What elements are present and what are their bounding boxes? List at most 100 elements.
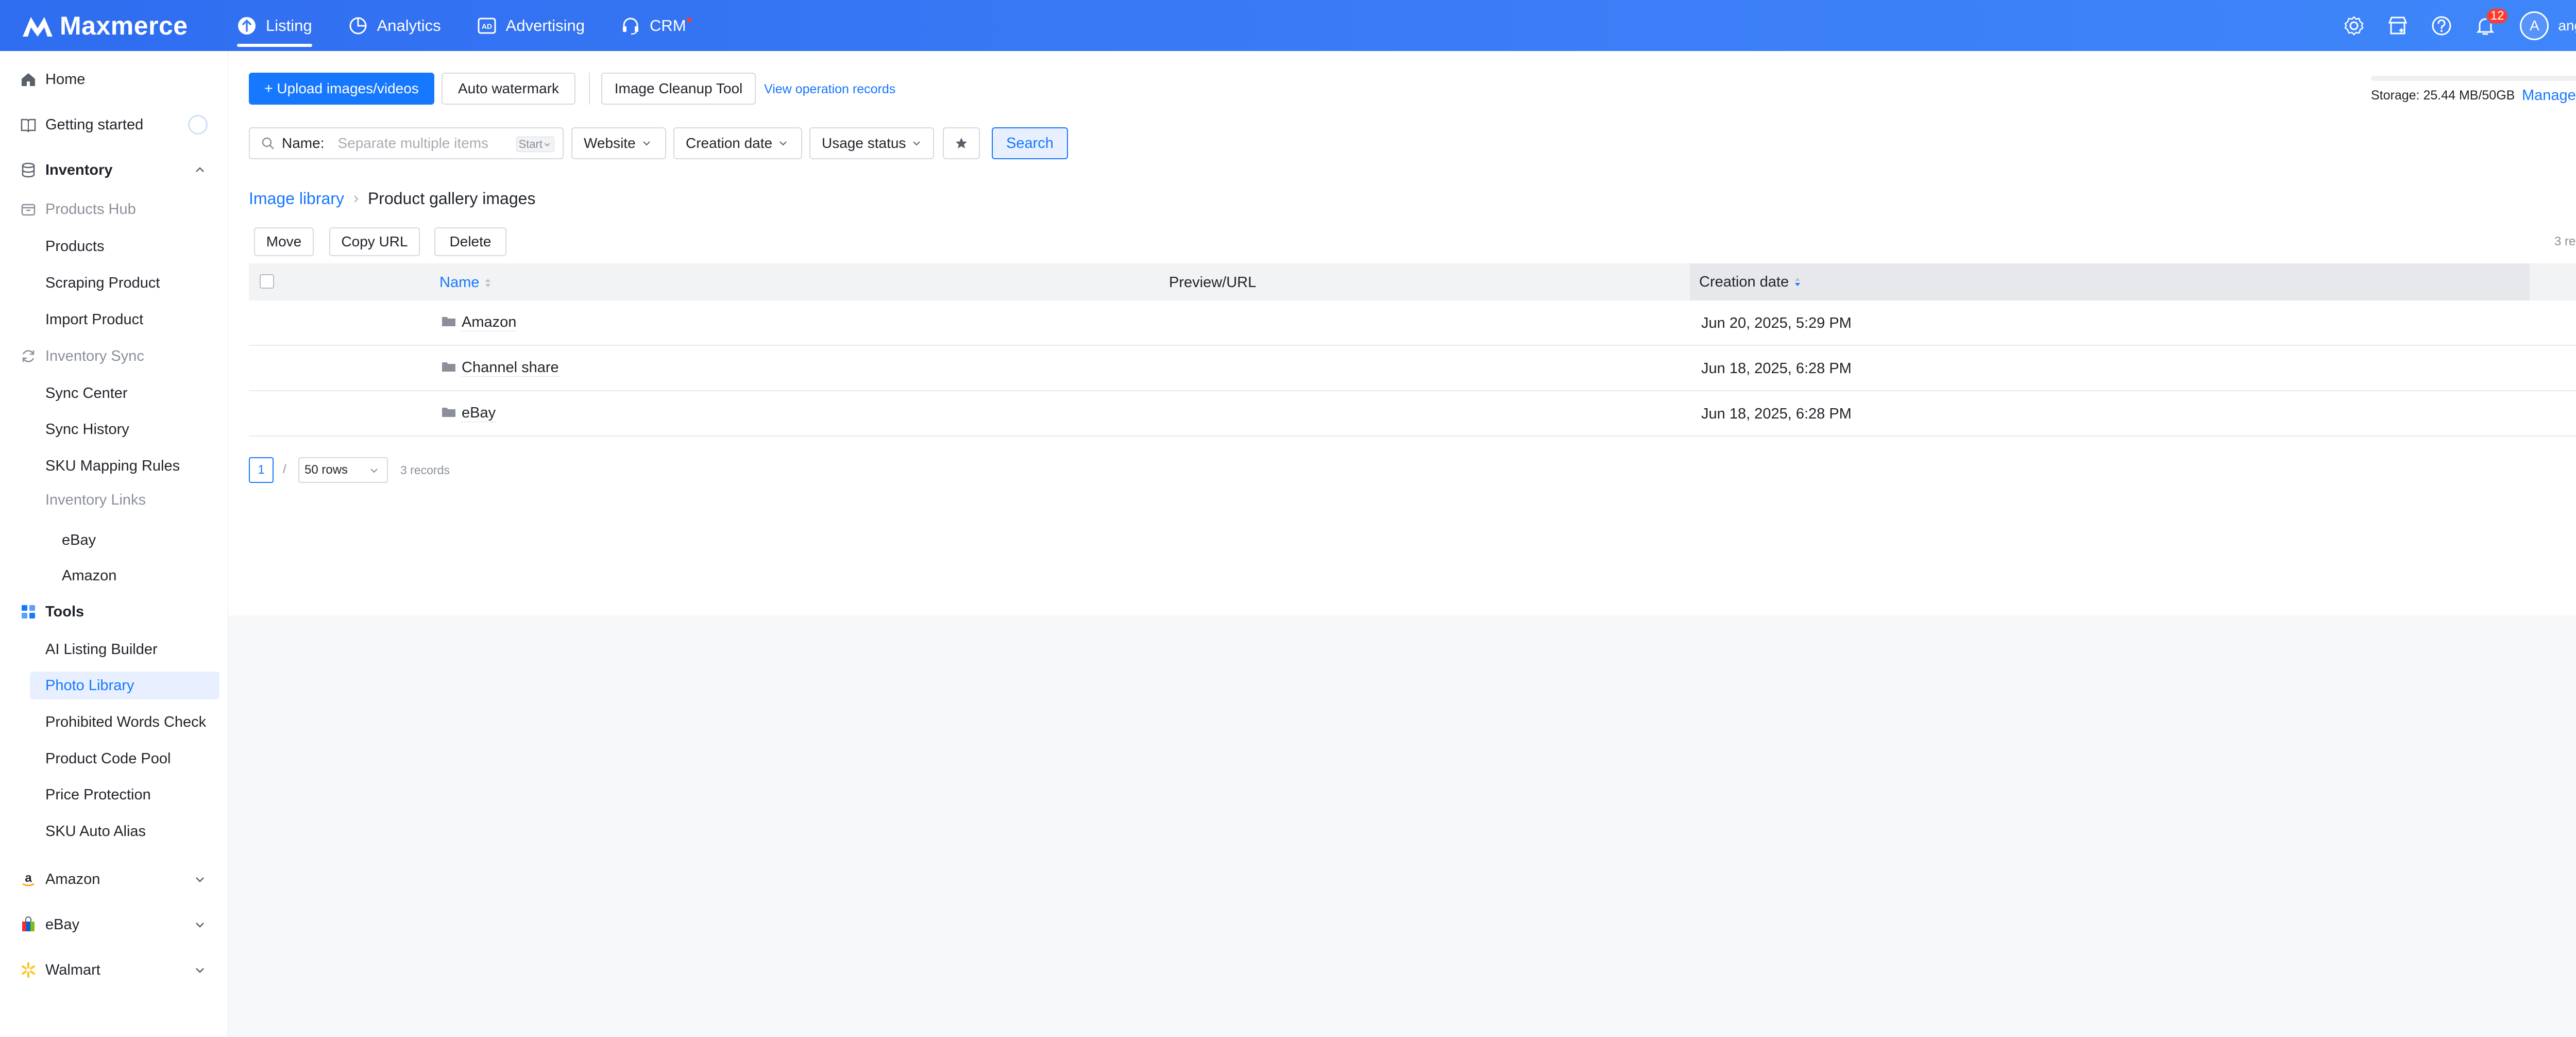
column-header-name[interactable]: Name: [439, 274, 493, 291]
upload-images-videos-button[interactable]: + Upload images/videos: [249, 73, 434, 105]
sidebar-item-import-product[interactable]: Import Product: [0, 306, 228, 333]
folder-name-link[interactable]: Channel share: [462, 359, 559, 377]
sidebar-item-label: Import Product: [45, 311, 144, 328]
select-all-checkbox[interactable]: [260, 274, 274, 289]
sidebar-item-getting-started[interactable]: Getting started: [0, 111, 228, 139]
sidebar-item-home[interactable]: Home: [0, 65, 228, 93]
chevron-down-icon[interactable]: [192, 917, 208, 932]
sidebar-item-inventory-sync[interactable]: Inventory Sync: [0, 342, 228, 370]
creation-date-filter-dropdown[interactable]: Creation date: [673, 127, 802, 159]
sidebar-item-links-amazon[interactable]: Amazon: [0, 562, 228, 590]
chevron-down-icon: [544, 143, 550, 146]
book-icon: [20, 116, 37, 133]
auto-watermark-button[interactable]: Auto watermark: [442, 73, 575, 105]
image-cleanup-tool-button[interactable]: Image Cleanup Tool: [601, 73, 756, 105]
sidebar-item-product-code-pool[interactable]: Product Code Pool: [0, 745, 228, 773]
sidebar-item-inventory[interactable]: Inventory: [0, 156, 228, 184]
sidebar-item-tools[interactable]: Tools: [0, 598, 228, 626]
name-search-input[interactable]: Name: Separate multiple items Start: [249, 127, 564, 159]
ebay-bag-icon: [20, 916, 37, 933]
sidebar-item-ai-listing-builder[interactable]: AI Listing Builder: [0, 635, 228, 663]
records-count: 3 records: [2554, 235, 2576, 248]
sidebar-item-label: Photo Library: [45, 677, 134, 694]
rows-per-page-select[interactable]: 50 rows: [298, 457, 388, 483]
usage-status-filter-dropdown[interactable]: Usage status: [809, 127, 934, 159]
nav-tab-analytics[interactable]: Analytics: [348, 0, 441, 51]
column-header-name-label: Name: [439, 274, 480, 291]
photo-library-panel: + Upload images/videos Auto watermark Im…: [228, 51, 2576, 615]
settings-gear-icon[interactable]: [2343, 15, 2365, 37]
sidebar-item-products[interactable]: Products: [0, 232, 228, 260]
sidebar-item-label: Home: [45, 71, 86, 88]
copy-url-button[interactable]: Copy URL: [329, 227, 420, 256]
nav-tab-crm[interactable]: CRM: [621, 0, 691, 51]
sidebar-item-amazon[interactable]: a Amazon: [0, 865, 228, 893]
table-header: Name Preview/URL Creation date: [249, 263, 2576, 300]
sidebar-item-label: SKU Mapping Rules: [45, 457, 180, 474]
match-mode-label: Start: [518, 138, 543, 150]
sidebar-item-label: Inventory: [45, 161, 113, 178]
website-filter-label: Website: [584, 135, 636, 151]
top-navigation-bar: Maxmerce Listing Analytics AD Advertisin…: [0, 0, 2576, 51]
avatar[interactable]: A: [2520, 11, 2549, 40]
store-icon[interactable]: [2387, 15, 2409, 37]
pie-chart-icon: [348, 16, 368, 36]
sidebar-item-label: Scraping Product: [45, 274, 160, 291]
sidebar-item-label: Amazon: [45, 871, 100, 888]
sidebar-item-sku-auto-alias[interactable]: SKU Auto Alias: [0, 817, 228, 845]
notification-count-badge: 12: [2485, 7, 2509, 24]
delete-button[interactable]: Delete: [434, 227, 506, 256]
username[interactable]: angel: [2558, 18, 2576, 34]
folder-name-link[interactable]: Amazon: [462, 314, 517, 331]
view-operation-records-link[interactable]: View operation records: [764, 82, 895, 97]
nav-tab-label: CRM: [650, 16, 686, 35]
sort-descending-icon: [1793, 275, 1802, 289]
sidebar-item-label: Price Protection: [45, 786, 151, 803]
box-icon: [20, 200, 37, 218]
sidebar-item-products-hub[interactable]: Products Hub: [0, 195, 228, 223]
chevron-down-icon: [911, 138, 922, 149]
chevron-up-icon[interactable]: [192, 162, 208, 178]
bell-icon[interactable]: 12: [2475, 7, 2509, 37]
favorite-filter-button[interactable]: [943, 127, 980, 159]
sidebar-item-links-ebay[interactable]: eBay: [0, 526, 228, 554]
amazon-logo-icon: a: [20, 871, 37, 888]
nav-tab-advertising[interactable]: AD Advertising: [477, 0, 585, 51]
brand-name: Maxmerce: [60, 11, 188, 40]
website-filter-dropdown[interactable]: Website: [571, 127, 666, 159]
pagination-current-page[interactable]: 1: [249, 457, 274, 483]
sidebar-item-sync-center[interactable]: Sync Center: [0, 379, 228, 407]
chevron-down-icon: [777, 138, 789, 149]
sidebar-item-prohibited-words-check[interactable]: Prohibited Words Check: [0, 708, 228, 736]
move-button[interactable]: Move: [254, 227, 314, 256]
nav-tab-listing[interactable]: Listing: [237, 0, 312, 51]
folder-name-link[interactable]: eBay: [462, 405, 496, 422]
breadcrumb-image-library-link[interactable]: Image library: [249, 189, 344, 208]
table-row[interactable]: Channel share Jun 18, 2025, 6:28 PM: [249, 346, 2576, 391]
header-right-actions: 12 A angel: [2321, 0, 2576, 51]
name-filter-label: Name:: [282, 135, 325, 151]
sidebar-item-ebay[interactable]: eBay: [0, 911, 228, 939]
sidebar-item-walmart[interactable]: Walmart: [0, 956, 228, 984]
sidebar-item-scraping-product[interactable]: Scraping Product: [0, 269, 228, 297]
table-row[interactable]: eBay Jun 18, 2025, 6:28 PM: [249, 391, 2576, 437]
nav-tab-label: Listing: [266, 16, 312, 35]
sidebar-item-price-protection[interactable]: Price Protection: [0, 781, 228, 809]
sidebar-item-photo-library[interactable]: Photo Library: [30, 672, 219, 699]
chevron-down-icon[interactable]: [192, 962, 208, 978]
sidebar-item-inventory-links[interactable]: Inventory Links: [0, 486, 228, 514]
brand-logo[interactable]: Maxmerce: [21, 11, 237, 41]
table-row[interactable]: Amazon Jun 20, 2025, 5:29 PM: [249, 300, 2576, 346]
nav-tab-label: Analytics: [377, 16, 441, 35]
column-header-creation-date[interactable]: Creation date: [1690, 263, 2530, 300]
help-question-icon[interactable]: [2431, 15, 2452, 37]
folder-creation-date: Jun 18, 2025, 6:28 PM: [1701, 406, 1852, 422]
sidebar-item-sync-history[interactable]: Sync History: [0, 415, 228, 443]
chevron-down-icon[interactable]: [192, 872, 208, 887]
sidebar-item-sku-mapping-rules[interactable]: SKU Mapping Rules: [0, 452, 228, 480]
manage-storage-link[interactable]: Manage: [2522, 87, 2576, 104]
search-button[interactable]: Search: [992, 127, 1068, 159]
match-mode-select[interactable]: Start: [516, 137, 554, 152]
search-icon: [261, 137, 275, 150]
creation-date-filter-label: Creation date: [686, 135, 773, 151]
